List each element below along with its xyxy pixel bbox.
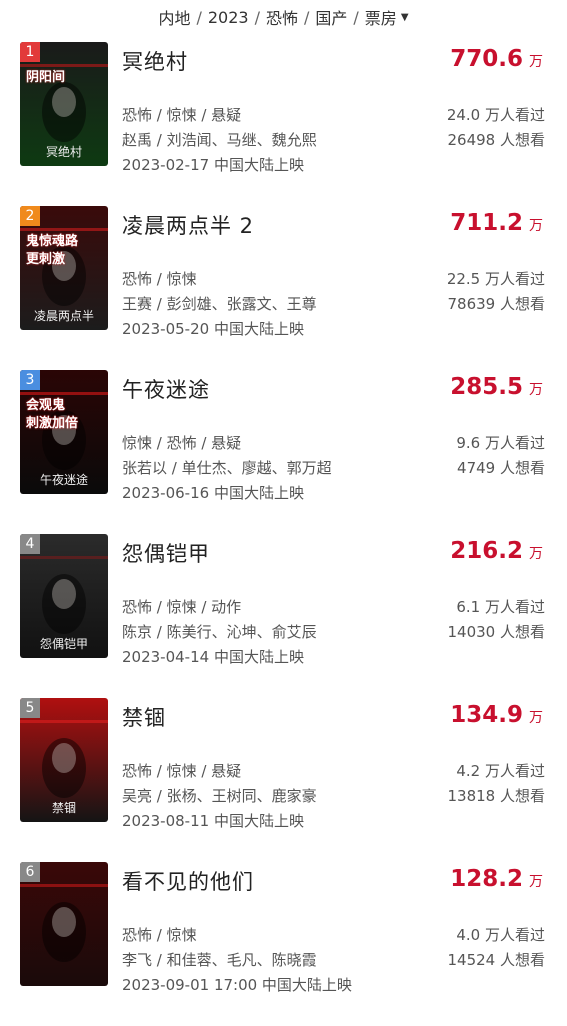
watched-count: 22.5 万人看过 (446, 270, 545, 288)
box-office: 216.2 万 (450, 538, 543, 564)
movie-genres: 恐怖 / 惊悚 (122, 270, 197, 288)
box-office: 134.9 万 (450, 702, 543, 728)
watched-count: 4.0 万人看过 (456, 926, 545, 944)
poster-text-bottom: 午夜迷途 (39, 473, 88, 487)
movie-release: 2023-04-14 中国大陆上映 (122, 648, 304, 666)
poster-text-bottom: 冥绝村 (45, 145, 82, 159)
movie-poster[interactable]: 会观鬼 刺激加倍 午夜迷途 3 (20, 370, 108, 494)
movie-item[interactable]: 禁锢 5 禁锢 134.9 万 恐怖 / 惊悚 / 悬疑 吴亮 / 张杨、王树同、… (0, 698, 567, 862)
wanted-count: 26498 人想看 (447, 131, 546, 149)
movie-poster[interactable]: 怨偶铠甲 4 (20, 534, 108, 658)
movie-genres: 恐怖 / 惊悚 (122, 926, 197, 944)
box-office-unit: 万 (529, 710, 543, 726)
filter-separator: / (196, 7, 202, 27)
filter-separator: / (254, 7, 260, 27)
poster-text-bottom: 怨偶铠甲 (39, 637, 88, 651)
box-office-unit: 万 (529, 218, 543, 234)
filter-year[interactable]: 2023 (208, 8, 249, 27)
watched-count: 4.2 万人看过 (456, 762, 545, 780)
movie-title[interactable]: 禁锢 (122, 702, 166, 732)
watched-count: 9.6 万人看过 (456, 434, 545, 452)
filter-sort[interactable]: 票房 (365, 5, 397, 29)
movie-genres: 恐怖 / 惊悚 / 悬疑 (122, 762, 242, 780)
box-office: 128.2 万 (450, 866, 543, 892)
movie-title[interactable]: 怨偶铠甲 (122, 538, 210, 568)
rank-badge: 1 (20, 42, 40, 62)
movie-item[interactable]: 怨偶铠甲 4 怨偶铠甲 216.2 万 恐怖 / 惊悚 / 动作 陈京 / 陈美行… (0, 534, 567, 698)
box-office: 770.6 万 (450, 46, 543, 72)
wanted-count: 14030 人想看 (447, 623, 546, 641)
poster-text-top: 会观鬼 (26, 398, 66, 413)
movie-item[interactable]: 会观鬼 刺激加倍 午夜迷途 3 午夜迷途 285.5 万 惊悚 / 恐怖 / 悬疑… (0, 370, 567, 534)
poster-text-top: 鬼惊魂路 (26, 234, 79, 249)
poster-text-mid: 刺激加倍 (26, 416, 79, 431)
movie-cast: 赵禹 / 刘浩闻、马继、魏允熙 (122, 131, 317, 149)
rank-badge: 2 (20, 206, 40, 226)
movie-cast: 张若以 / 单仕杰、廖越、郭万超 (122, 459, 332, 477)
wanted-count: 13818 人想看 (447, 787, 546, 805)
movie-title[interactable]: 凌晨两点半 2 (122, 210, 254, 240)
poster-text-bottom: 禁锢 (51, 801, 76, 815)
filter-separator: / (304, 7, 310, 27)
wanted-count: 78639 人想看 (447, 295, 546, 313)
movie-title[interactable]: 看不见的他们 (122, 866, 254, 896)
box-office-unit: 万 (529, 54, 543, 70)
rank-badge: 6 (20, 862, 40, 882)
movie-cast: 李飞 / 和佳蓉、毛凡、陈晓霞 (122, 951, 317, 969)
rank-badge: 5 (20, 698, 40, 718)
watched-count: 6.1 万人看过 (456, 598, 545, 616)
movie-title[interactable]: 冥绝村 (122, 46, 188, 76)
dropdown-caret-icon[interactable]: ▼ (401, 12, 409, 23)
movie-item[interactable]: 阴阳间 冥绝村 1 冥绝村 770.6 万 恐怖 / 惊悚 / 悬疑 赵禹 / 刘… (0, 42, 567, 206)
movie-cast: 吴亮 / 张杨、王树同、鹿家豪 (122, 787, 317, 805)
movie-genres: 恐怖 / 惊悚 / 悬疑 (122, 106, 242, 124)
movie-cast: 王赛 / 彭剑雄、张露文、王尊 (122, 295, 317, 313)
rank-badge: 3 (20, 370, 40, 390)
poster-text-top: 阴阳间 (26, 70, 66, 85)
box-office-unit: 万 (529, 874, 543, 890)
movie-title[interactable]: 午夜迷途 (122, 374, 210, 404)
filter-region[interactable]: 内地 (158, 5, 190, 29)
movie-poster[interactable]: 6 (20, 862, 108, 986)
filter-bar[interactable]: 内地 / 2023 / 恐怖 / 国产 / 票房 ▼ (0, 0, 567, 34)
filter-genre[interactable]: 恐怖 (266, 5, 298, 29)
movie-release: 2023-09-01 17:00 中国大陆上映 (122, 976, 352, 994)
movie-poster[interactable]: 禁锢 5 (20, 698, 108, 822)
movie-release: 2023-05-20 中国大陆上映 (122, 320, 304, 338)
movie-poster[interactable]: 鬼惊魂路 更刺激 凌晨两点半 2 (20, 206, 108, 330)
filter-origin[interactable]: 国产 (315, 5, 347, 29)
wanted-count: 14524 人想看 (447, 951, 546, 969)
movie-release: 2023-08-11 中国大陆上映 (122, 812, 304, 830)
movie-release: 2023-06-16 中国大陆上映 (122, 484, 304, 502)
movie-cast: 陈京 / 陈美行、沁坤、俞艾辰 (122, 623, 317, 641)
watched-count: 24.0 万人看过 (446, 106, 545, 124)
movie-item[interactable]: 6 看不见的他们 128.2 万 恐怖 / 惊悚 李飞 / 和佳蓉、毛凡、陈晓霞 … (0, 862, 567, 1026)
movie-poster[interactable]: 阴阳间 冥绝村 1 (20, 42, 108, 166)
movie-genres: 恐怖 / 惊悚 / 动作 (122, 598, 242, 616)
movie-item[interactable]: 鬼惊魂路 更刺激 凌晨两点半 2 凌晨两点半 2 711.2 万 恐怖 / 惊悚 … (0, 206, 567, 370)
box-office: 711.2 万 (450, 210, 543, 236)
box-office: 285.5 万 (450, 374, 543, 400)
movie-release: 2023-02-17 中国大陆上映 (122, 156, 304, 174)
rank-badge: 4 (20, 534, 40, 554)
poster-text-mid: 更刺激 (26, 252, 66, 267)
movie-genres: 惊悚 / 恐怖 / 悬疑 (122, 434, 242, 452)
box-office-unit: 万 (529, 382, 543, 398)
poster-text-bottom: 凌晨两点半 (33, 309, 94, 323)
wanted-count: 4749 人想看 (457, 459, 545, 477)
filter-separator: / (353, 7, 359, 27)
box-office-unit: 万 (529, 546, 543, 562)
